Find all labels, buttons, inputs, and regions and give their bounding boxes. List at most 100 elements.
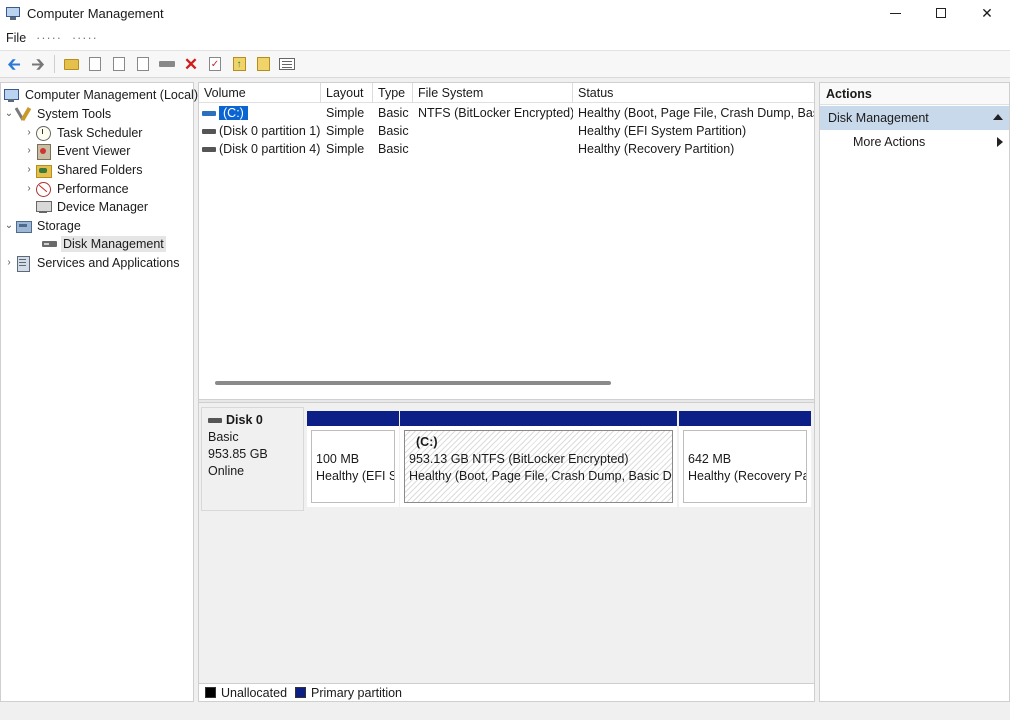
table-row[interactable]: (C:) Simple Basic NTFS (BitLocker Encryp…: [199, 104, 814, 122]
search-button[interactable]: [251, 52, 275, 76]
partition-bar: [307, 411, 399, 426]
menu-view[interactable]: ·····: [72, 31, 98, 45]
column-status[interactable]: Status: [573, 83, 814, 103]
performance-icon: [35, 181, 51, 197]
tools-icon: [15, 106, 31, 122]
close-button[interactable]: ✕: [964, 0, 1010, 26]
tree-item-task-scheduler[interactable]: › Task Scheduler: [23, 123, 144, 142]
chevron-right-icon[interactable]: ›: [23, 145, 35, 156]
partition-status: Healthy (EFI Sy: [316, 469, 395, 483]
minimize-icon: [889, 12, 901, 14]
tree-item-label: Shared Folders: [57, 162, 143, 177]
tree-item-label: Device Manager: [57, 199, 149, 214]
horizontal-scrollbar[interactable]: [215, 381, 611, 385]
column-type[interactable]: Type: [373, 83, 413, 103]
event-viewer-icon: [35, 143, 51, 160]
show-hide-tree-button[interactable]: [83, 52, 107, 76]
properties-icon: [89, 57, 101, 71]
partition-efi[interactable]: 100 MB Healthy (EFI Sy: [307, 411, 399, 507]
volume-icon: [202, 111, 216, 117]
chevron-right-icon[interactable]: ›: [23, 183, 35, 194]
computer-management-icon: [5, 5, 21, 21]
volume-type: Basic: [378, 124, 409, 138]
delete-button[interactable]: ✕: [179, 52, 203, 76]
search-icon: [256, 57, 270, 71]
disk-graph: Disk 0 Basic 953.85 GB Online 100 MB Hea…: [199, 403, 814, 683]
minimize-button[interactable]: [872, 0, 918, 26]
legend-primary: Primary partition: [311, 685, 403, 700]
up-folder-icon: ↑: [232, 57, 246, 71]
menu-file[interactable]: File: [6, 31, 26, 45]
chevron-right-icon[interactable]: ›: [3, 257, 15, 268]
tree-root[interactable]: Computer Management (Local): [3, 85, 200, 104]
volume-layout: Simple: [326, 142, 365, 156]
actions-section-disk-management[interactable]: Disk Management: [820, 106, 1009, 130]
volume-name: (Disk 0 partition 4): [219, 142, 321, 156]
back-button[interactable]: 🡰: [2, 52, 26, 76]
properties-button[interactable]: [107, 52, 131, 76]
tree-item-device-manager[interactable]: Device Manager: [35, 197, 150, 216]
disk-name: Disk 0: [226, 413, 263, 427]
partition-size: 953.13 GB NTFS (BitLocker Encrypted): [409, 452, 629, 466]
tree-item-label: Performance: [57, 181, 129, 196]
toolbar-separator: [54, 55, 55, 73]
tree-item-label: System Tools: [37, 106, 112, 121]
view-button[interactable]: [275, 52, 299, 76]
chevron-down-icon[interactable]: ⌄: [3, 220, 15, 231]
help-button[interactable]: [131, 52, 155, 76]
legend-unallocated: Unallocated: [221, 685, 288, 700]
window-title: Computer Management: [27, 5, 164, 21]
drive-icon: [159, 61, 175, 67]
volume-type: Basic: [378, 142, 409, 156]
tree-item-event-viewer[interactable]: › Event Viewer: [23, 141, 132, 160]
maximize-button[interactable]: [918, 0, 964, 26]
chevron-right-icon[interactable]: ›: [23, 127, 35, 138]
tree-item-label: Disk Management: [61, 235, 166, 252]
more-actions-item[interactable]: More Actions: [820, 130, 1009, 154]
unallocated-swatch: [205, 687, 216, 698]
forward-button[interactable]: 🡲: [26, 52, 50, 76]
services-icon: [15, 255, 31, 272]
menu-bar: File ····· ·····: [0, 26, 1010, 50]
tree-item-performance[interactable]: › Performance: [23, 179, 131, 198]
partition-title: (C:): [416, 435, 438, 449]
tree-item-label: Task Scheduler: [57, 125, 143, 140]
tree-item-shared-folders[interactable]: › Shared Folders: [23, 160, 144, 179]
tree-item-system-tools[interactable]: ⌄ System Tools: [3, 104, 113, 123]
tree-item-disk-management[interactable]: Disk Management: [41, 234, 166, 253]
check-button[interactable]: ✓: [203, 52, 227, 76]
partition-status: Healthy (Recovery Pa: [688, 469, 807, 483]
partition-size: 100 MB: [316, 452, 360, 466]
help-icon: [137, 57, 149, 71]
partition-recovery[interactable]: 642 MB Healthy (Recovery Pa: [679, 411, 811, 507]
tree-item-storage[interactable]: ⌄ Storage: [3, 216, 83, 235]
check-icon: ✓: [209, 57, 221, 71]
more-actions-label: More Actions: [853, 135, 926, 149]
volume-name: (C:): [219, 106, 248, 120]
up-level-button[interactable]: [59, 52, 83, 76]
up-folder-button[interactable]: ↑: [227, 52, 251, 76]
table-row[interactable]: (Disk 0 partition 4) Simple Basic Health…: [199, 140, 814, 158]
partition-c[interactable]: (C:) 953.13 GB NTFS (BitLocker Encrypted…: [400, 411, 677, 507]
sheet-icon: [113, 57, 125, 71]
column-file-system[interactable]: File System: [413, 83, 573, 103]
clock-icon: [35, 125, 51, 141]
table-row[interactable]: (Disk 0 partition 1) Simple Basic Health…: [199, 122, 814, 140]
close-icon: ✕: [981, 4, 993, 21]
delete-icon: ✕: [183, 54, 199, 74]
volume-layout: Simple: [326, 106, 365, 120]
tree-item-label: Storage: [37, 218, 81, 233]
disk-state: Online: [208, 464, 245, 478]
menu-action[interactable]: ·····: [36, 31, 62, 45]
volume-list-header: Volume Layout Type File System Status: [199, 83, 814, 103]
chevron-right-icon[interactable]: ›: [23, 164, 35, 175]
chevron-down-icon[interactable]: ⌄: [3, 108, 15, 119]
window-controls: ✕: [872, 0, 1010, 26]
connect-drive-button[interactable]: [155, 52, 179, 76]
disk-icon: [208, 418, 222, 423]
column-volume[interactable]: Volume: [199, 83, 321, 103]
column-layout[interactable]: Layout: [321, 83, 373, 103]
disk-info[interactable]: Disk 0 Basic 953.85 GB Online: [201, 407, 304, 511]
tree-item-services-applications[interactable]: › Services and Applications: [3, 253, 181, 272]
computer-icon: [3, 87, 19, 103]
